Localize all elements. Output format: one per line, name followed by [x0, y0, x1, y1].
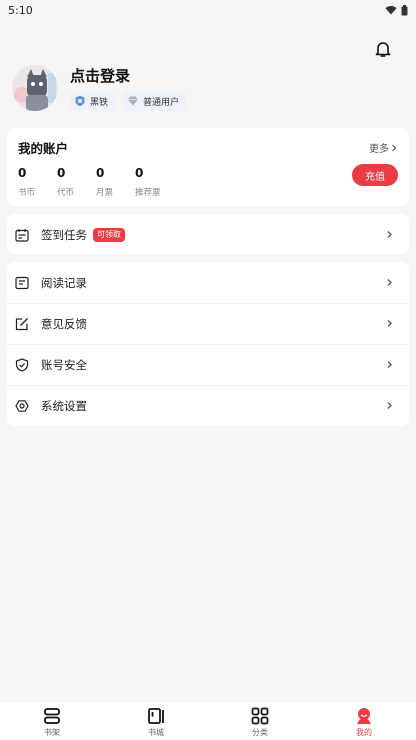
- menu-item-account-security[interactable]: 账号安全: [7, 344, 409, 385]
- stat-value: 0: [96, 166, 105, 180]
- account-stats: 0 书币 0 代币 0 月票 0 推荐票: [18, 166, 174, 198]
- recharge-button[interactable]: 充值: [352, 164, 398, 186]
- settings-icon: [15, 400, 29, 412]
- settings-menu: 阅读记录 意见反馈 账号安全 系统设置: [7, 262, 409, 426]
- menu-item-label: 签到任务: [41, 227, 87, 242]
- notification-bell-icon[interactable]: [374, 40, 392, 58]
- stat-label: 推荐票: [135, 188, 161, 198]
- chevron-right-icon: [387, 320, 392, 327]
- chevron-right-icon: [387, 402, 392, 409]
- status-bar: 5:10: [0, 0, 416, 20]
- shield-check-icon: [15, 358, 29, 372]
- more-label: 更多: [369, 144, 389, 155]
- profile-info: 点击登录 黑铁 普通用户: [70, 66, 187, 111]
- bookshelf-icon: [44, 708, 60, 724]
- account-title: 我的账户: [18, 141, 69, 156]
- menu-item-sign-in-task[interactable]: 签到任务 可领取: [7, 214, 409, 255]
- reading-record-icon: [15, 276, 29, 289]
- feedback-icon: [15, 318, 28, 331]
- avatar[interactable]: [12, 65, 58, 111]
- stat-monthly-tickets[interactable]: 0 月票: [96, 166, 135, 198]
- login-prompt[interactable]: 点击登录: [70, 66, 186, 86]
- menu-item-label: 系统设置: [41, 399, 87, 413]
- more-link[interactable]: 更多: [369, 140, 397, 155]
- chevron-right-icon: [387, 361, 392, 368]
- tab-profile[interactable]: 我的: [312, 702, 416, 740]
- stat-recommend-tickets[interactable]: 0 推荐票: [135, 166, 174, 198]
- tab-label: 书城: [148, 728, 164, 737]
- stat-label: 代币: [57, 188, 75, 198]
- menu-item-system-settings[interactable]: 系统设置: [7, 385, 409, 426]
- menu-item-reading-record[interactable]: 阅读记录: [7, 262, 409, 303]
- chevron-right-icon: [387, 230, 392, 238]
- calendar-task-icon: [15, 228, 29, 242]
- account-card: 我的账户 更多 0 书币 0 代币 0 月票 0 推荐票 充值: [7, 128, 409, 206]
- category-icon: [251, 707, 269, 725]
- menu-item-label: 账号安全: [41, 358, 87, 372]
- claimable-badge: 可领取: [93, 227, 125, 242]
- chevron-right-icon: [392, 144, 397, 151]
- chevron-right-icon: [387, 278, 392, 286]
- menu-item-label: 阅读记录: [41, 275, 87, 290]
- profile-header[interactable]: 点击登录 黑铁 普通用户: [12, 64, 187, 112]
- stat-label: 书币: [18, 188, 36, 198]
- bottom-tab-bar: 书架 书城 分类 我的: [0, 702, 416, 740]
- status-icons: [385, 4, 408, 16]
- status-time: 5:10: [8, 3, 33, 17]
- rank-badge-label: 黑铁: [90, 97, 109, 108]
- menu-item-label: 意见反馈: [41, 317, 87, 331]
- profile-icon: [357, 708, 371, 724]
- user-type-badge-label: 普通用户: [143, 97, 180, 108]
- user-type-badge: 普通用户: [123, 91, 187, 111]
- stat-tokens[interactable]: 0 代币: [57, 166, 96, 198]
- bookstore-icon: [148, 708, 164, 724]
- tab-label: 书架: [44, 728, 60, 737]
- tab-bookstore[interactable]: 书城: [104, 702, 208, 740]
- stat-label: 月票: [96, 188, 114, 198]
- avatar-image: [12, 65, 58, 111]
- menu-item-feedback[interactable]: 意见反馈: [7, 303, 409, 344]
- wifi-icon: [385, 6, 397, 15]
- badge-group: 黑铁 普通用户: [70, 91, 187, 111]
- task-card: 签到任务 可领取: [7, 214, 409, 254]
- diamond-icon: [128, 96, 139, 106]
- stat-value: 0: [18, 166, 27, 180]
- tab-label: 分类: [252, 728, 268, 737]
- tab-bookshelf[interactable]: 书架: [0, 702, 104, 740]
- tab-category[interactable]: 分类: [208, 702, 312, 740]
- rank-badge: 黑铁: [70, 91, 116, 111]
- stat-value: 0: [135, 166, 144, 180]
- stat-value: 0: [57, 166, 66, 180]
- battery-icon: [401, 4, 408, 15]
- stat-book-coins[interactable]: 0 书币: [18, 166, 57, 198]
- shield-rank-icon: [75, 95, 85, 107]
- tab-label: 我的: [356, 728, 372, 737]
